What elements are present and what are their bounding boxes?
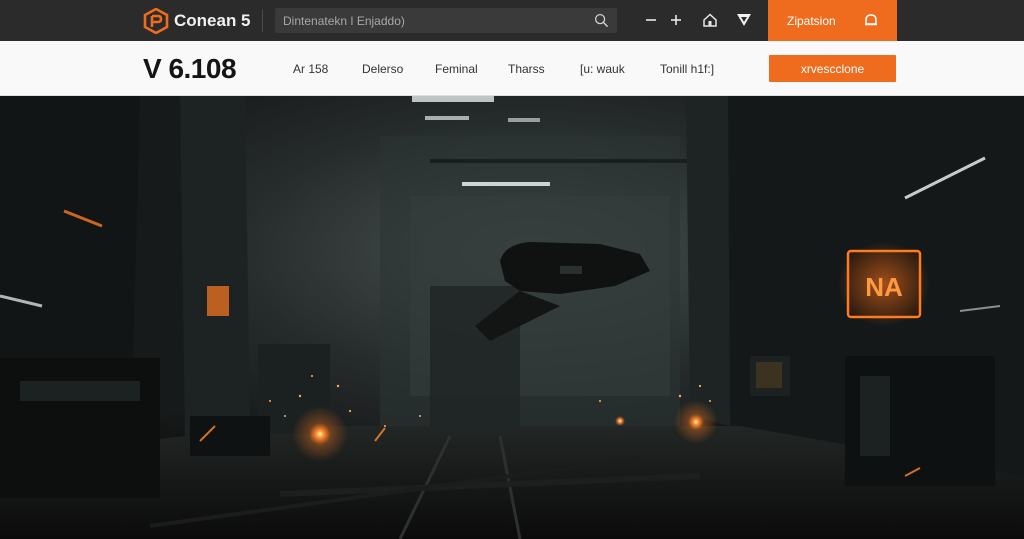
nav-item-6[interactable]: Tonill h1f:] [660, 62, 714, 76]
cta-button[interactable]: xrvescclone [769, 55, 896, 82]
brand-name[interactable]: Conean 5 [174, 11, 251, 31]
action-button-label: Zipatsion [787, 14, 836, 28]
send-icon[interactable] [735, 11, 753, 29]
nav-item-5[interactable]: [u: wauk [580, 62, 625, 76]
version-title: V 6.108 [143, 53, 237, 84]
minus-icon[interactable] [642, 11, 660, 29]
search-icon[interactable] [594, 13, 609, 28]
action-button[interactable]: Zipatsion [768, 0, 897, 41]
plus-icon[interactable] [667, 11, 685, 29]
nav-item-4[interactable]: Tharss [508, 62, 545, 76]
hex-logo-icon[interactable] [143, 8, 169, 34]
home-icon[interactable] [701, 11, 719, 29]
hero-banner: NA [0, 96, 1024, 539]
nav-item-3[interactable]: Feminal [435, 62, 478, 76]
nav-item-1[interactable]: Ar 158 [293, 62, 328, 76]
divider [262, 10, 263, 32]
top-bar: Conean 5 Zipatsion [0, 0, 1024, 41]
search-box[interactable] [275, 8, 617, 33]
header-nav: V 6.108 Ar 158 Delerso Feminal Tharss [u… [0, 41, 1024, 96]
hero-scene: NA [0, 96, 1024, 539]
bell-icon [865, 14, 877, 26]
neon-sign-text: NA [865, 272, 903, 302]
search-input[interactable] [283, 8, 583, 33]
nav-item-2[interactable]: Delerso [362, 62, 403, 76]
